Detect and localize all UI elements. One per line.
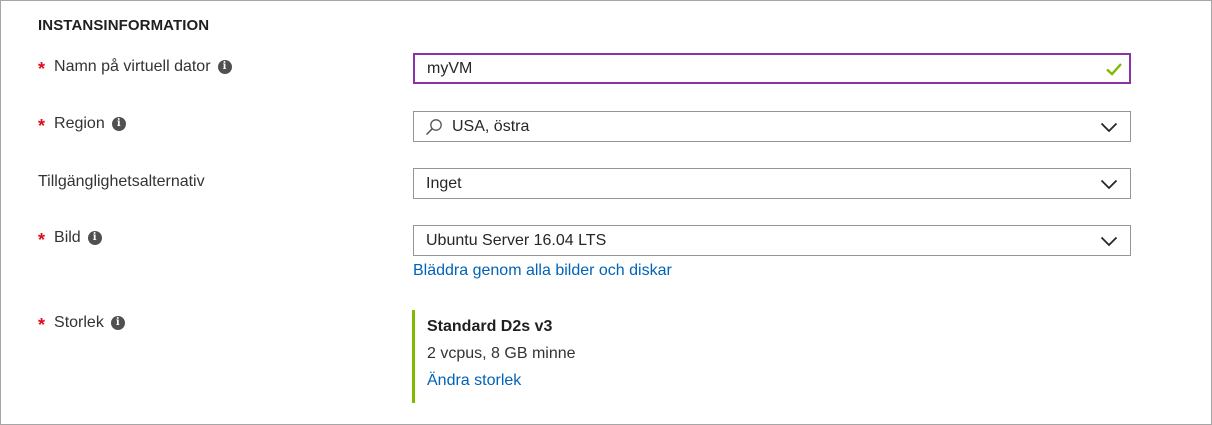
browse-images-link[interactable]: Bläddra genom alla bilder och diskar: [413, 262, 672, 280]
availability-dropdown[interactable]: Inget: [413, 168, 1131, 199]
info-icon[interactable]: i: [111, 117, 126, 131]
checkmark-icon: [1106, 63, 1122, 76]
availability-label: Tillgänglighetsalternativ: [38, 173, 205, 190]
availability-label-row: Tillgänglighetsalternativ: [38, 171, 205, 193]
vm-name-input[interactable]: myVM: [413, 53, 1131, 84]
info-icon[interactable]: i: [217, 60, 232, 74]
chevron-down-icon: [1100, 179, 1118, 190]
change-size-link[interactable]: Ändra storlek: [427, 372, 727, 390]
chevron-down-icon: [1100, 122, 1118, 133]
required-marker: *: [38, 315, 46, 335]
required-marker: *: [38, 230, 46, 250]
vm-name-label-row: * Namn på virtuell dator i: [38, 56, 232, 78]
vm-name-label: Namn på virtuell dator: [54, 58, 211, 75]
search-icon: [425, 118, 442, 135]
chevron-down-icon: [1100, 236, 1118, 247]
required-marker: *: [38, 116, 46, 136]
info-icon[interactable]: i: [110, 316, 125, 330]
image-dropdown[interactable]: Ubuntu Server 16.04 LTS: [413, 225, 1131, 256]
section-title: INSTANSINFORMATION: [38, 17, 210, 34]
required-marker: *: [38, 59, 46, 79]
vm-name-value: myVM: [427, 59, 473, 77]
region-value: USA, östra: [452, 117, 530, 135]
size-name: Standard D2s v3: [427, 318, 553, 335]
info-icon[interactable]: i: [87, 231, 102, 245]
region-dropdown[interactable]: USA, östra: [413, 111, 1131, 142]
instance-details-panel: INSTANSINFORMATION * Namn på virtuell da…: [0, 0, 1212, 425]
region-label-row: * Region i: [38, 113, 126, 135]
size-summary: Standard D2s v3 2 vcpus, 8 GB minne Ändr…: [412, 310, 727, 403]
size-spec: 2 vcpus, 8 GB minne: [427, 345, 576, 362]
availability-value: Inget: [426, 174, 462, 192]
image-label-row: * Bild i: [38, 227, 102, 249]
size-label-row: * Storlek i: [38, 312, 125, 334]
size-label: Storlek: [54, 314, 104, 331]
image-value: Ubuntu Server 16.04 LTS: [426, 231, 607, 249]
image-label: Bild: [54, 229, 81, 246]
region-label: Region: [54, 115, 105, 132]
